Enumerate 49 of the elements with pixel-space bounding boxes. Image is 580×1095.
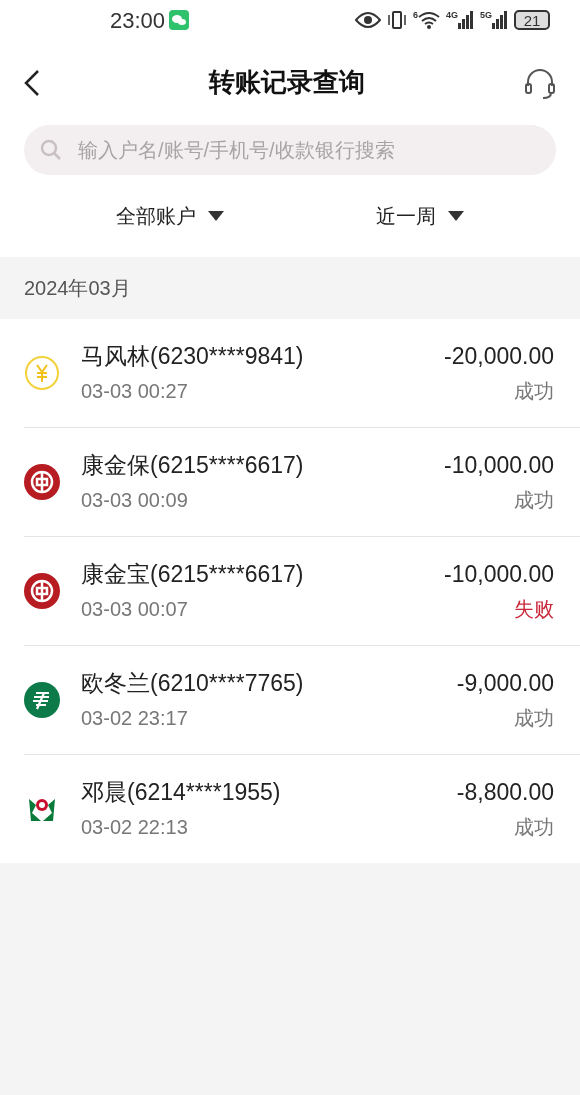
transfer-record[interactable]: 欧冬兰(6210****7765) 03-02 23:17 -9,000.00 成功: [0, 646, 580, 754]
transfer-time: 03-03 00:09: [81, 487, 189, 513]
signal-icon: [492, 11, 508, 29]
eye-icon: [354, 12, 381, 28]
battery-indicator: 21: [514, 10, 550, 30]
chat-app-icon: [169, 10, 190, 30]
transfer-record[interactable]: 康金宝(6215****6617) 03-03 00:07 -10,000.00 失败: [0, 537, 580, 645]
transfer-amount: -10,000.00: [444, 451, 554, 480]
transfer-record[interactable]: 邓晨(6214****1955) 03-02 22:13 -8,800.00 成功: [0, 755, 580, 863]
transfer-time: 03-02 23:17: [81, 705, 189, 731]
payee-name: 康金宝(6215****6617): [81, 560, 305, 589]
wifi-icon: [417, 11, 440, 29]
search-field[interactable]: 输入户名/账号/手机号/收款银行搜索: [24, 125, 556, 175]
transfer-amount: -20,000.00: [444, 342, 554, 371]
transfer-status: 成功: [514, 814, 554, 840]
bank-logo-icon: [24, 682, 60, 718]
transfer-amount: -9,000.00: [456, 669, 554, 698]
transfer-amount: -10,000.00: [444, 560, 554, 589]
bank-logo-icon: [24, 573, 60, 609]
wifi-label: 6: [412, 11, 418, 20]
payee-name: 康金保(6215****6617): [81, 451, 305, 480]
transfer-amount: -8,800.00: [456, 778, 554, 807]
network-label: 4G: [445, 11, 458, 20]
transfer-time: 03-03 00:07: [81, 596, 189, 622]
search-icon: [40, 139, 62, 161]
filter-dropdown[interactable]: 近一周: [376, 201, 464, 231]
payee-name: 欧冬兰(6210****7765): [81, 669, 305, 698]
transfer-time: 03-03 00:27: [81, 378, 189, 404]
caret-icon: [448, 211, 464, 221]
network-label: 5G: [480, 11, 492, 20]
transfer-status: 成功: [514, 705, 554, 731]
transfer-status: 失败: [514, 596, 554, 622]
transfer-record[interactable]: 马风林(6230****9841) 03-03 00:27 -20,000.00 成功: [0, 319, 580, 427]
back-icon: [22, 67, 42, 98]
transfer-status: 成功: [514, 487, 554, 513]
payee-name: 邓晨(6214****1955): [81, 778, 282, 807]
vibrate-icon: [386, 11, 407, 29]
page-title: 转账记录查询: [209, 66, 365, 99]
month-header: 2024年03月: [24, 276, 131, 301]
caret-icon: [208, 211, 224, 221]
transfer-status: 成功: [514, 378, 554, 404]
status-time: 23:00: [110, 6, 166, 35]
yuan-coin-icon: [24, 355, 60, 391]
bank-logo-icon: [24, 464, 60, 500]
filter-dropdown[interactable]: 全部账户: [116, 201, 224, 231]
payee-name: 马风林(6230****9841): [81, 342, 305, 371]
signal-icon: [458, 11, 474, 29]
transfer-time: 03-02 22:13: [81, 814, 189, 840]
transfer-record[interactable]: 康金保(6215****6617) 03-03 00:09 -10,000.00 成功: [0, 428, 580, 536]
